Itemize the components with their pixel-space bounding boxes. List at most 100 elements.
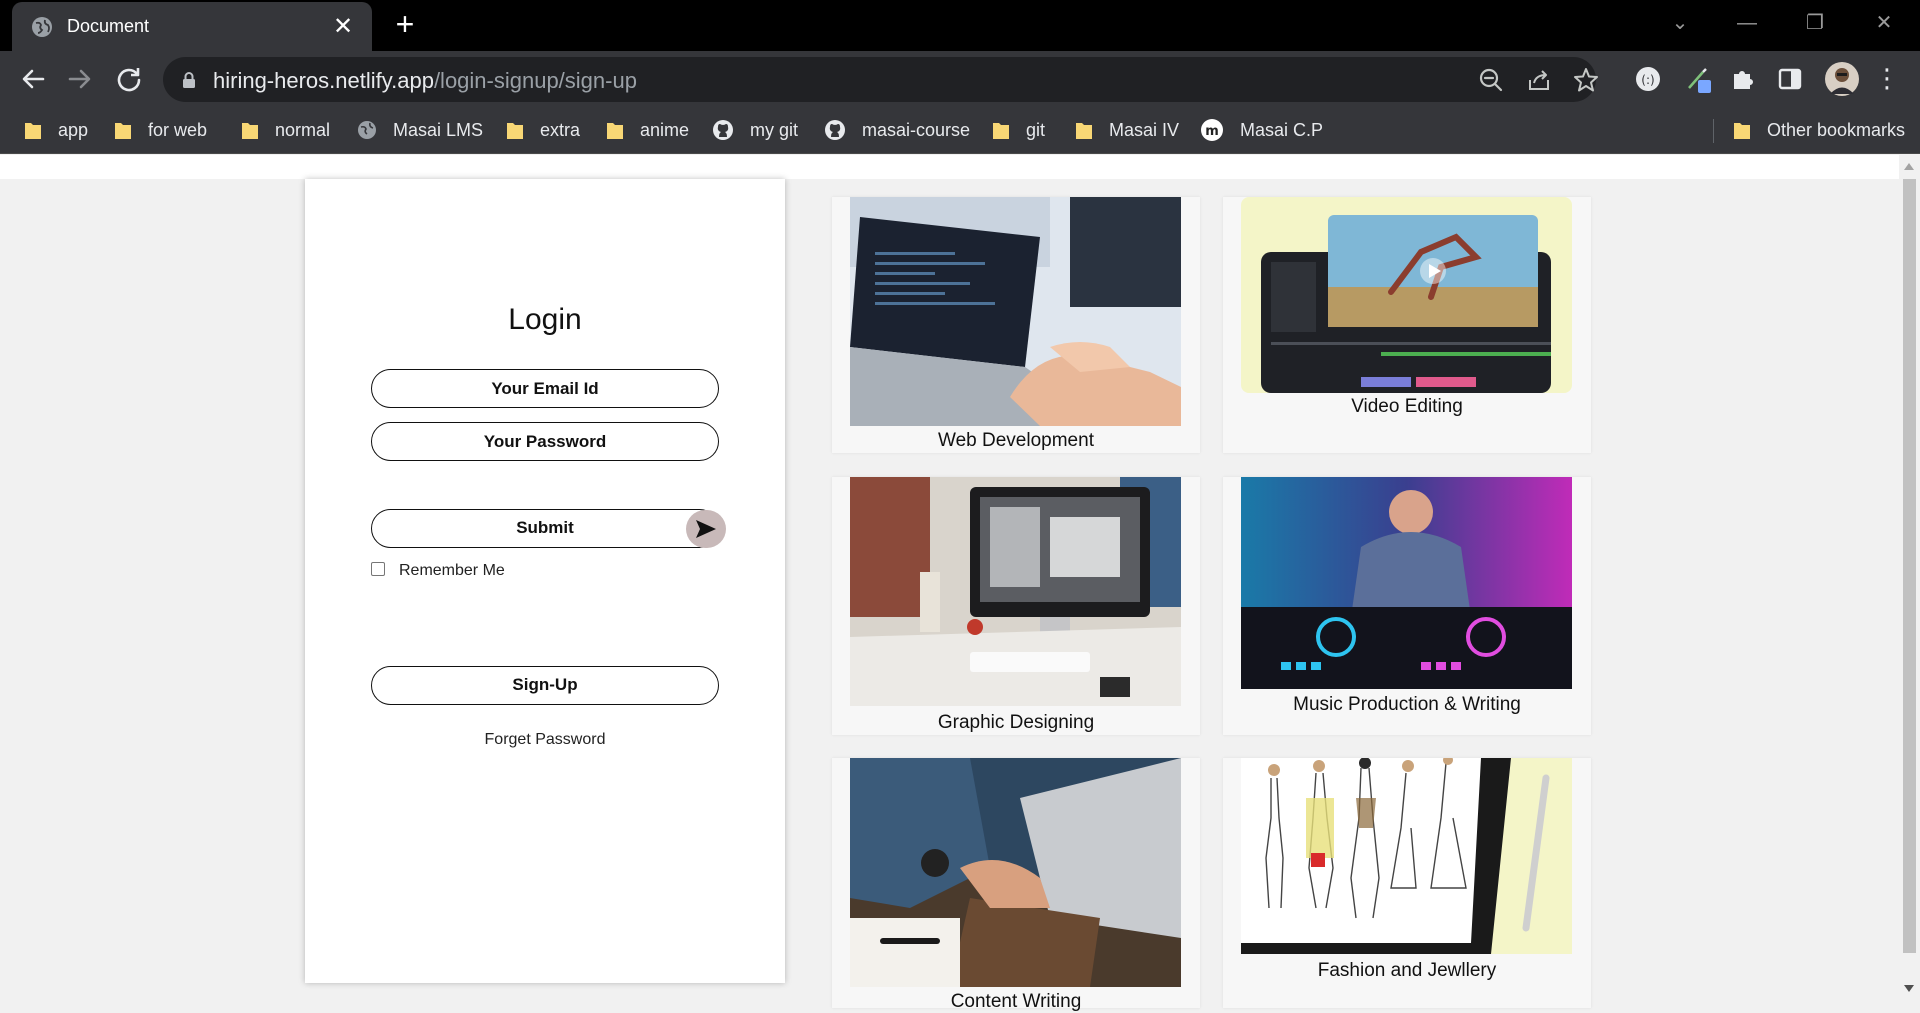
lock-icon[interactable] [181, 71, 197, 89]
remember-label: Remember Me [399, 562, 505, 579]
remember-checkbox[interactable] [371, 562, 385, 576]
course-card-fashion-jewellery[interactable]: Fashion and Jewllery [1223, 758, 1591, 1008]
other-bookmarks-folder[interactable]: Other bookmarks [1733, 115, 1905, 145]
course-card-graphic-designing[interactable]: Graphic Designing [832, 477, 1200, 735]
reload-icon[interactable] [113, 63, 145, 95]
pen-extension-icon[interactable] [1683, 64, 1713, 94]
web-development-image [850, 197, 1181, 426]
bookmark-label: for web [148, 119, 208, 140]
more-menu-icon[interactable]: ⋮ [1872, 64, 1902, 94]
extension-circle-icon[interactable]: (:) [1633, 64, 1663, 94]
send-arrow-icon [696, 520, 716, 538]
tab-search-icon[interactable]: ⌄ [1660, 8, 1700, 38]
remember-me[interactable]: Remember Me [371, 562, 505, 580]
bookmark-folder-masai-iv[interactable]: Masai IV [1075, 115, 1179, 145]
page-content: Login Submit Remember Me Sign-Up Forget … [0, 155, 1899, 1012]
bookmark-label: Masai LMS [393, 119, 484, 140]
password-field[interactable] [371, 422, 719, 461]
course-title: Music Production & Writing [1293, 694, 1521, 715]
tab-strip: Document ✕ + ⌄ — ❐ ✕ [0, 0, 1920, 51]
page-scrollbar[interactable] [1899, 155, 1920, 1000]
course-card-music-production[interactable]: Music Production & Writing [1223, 477, 1591, 735]
profile-avatar-icon[interactable] [1824, 61, 1860, 97]
browser-tab[interactable]: Document ✕ [12, 2, 372, 51]
bookmark-folder-normal[interactable]: normal [241, 115, 330, 145]
bookmarks-bar: app for web normal Masai LMS extra anime… [0, 107, 1920, 154]
close-tab-icon[interactable]: ✕ [328, 12, 358, 42]
bookmark-label: my git [750, 119, 799, 140]
folder-icon [25, 123, 41, 139]
course-card-video-editing[interactable]: Video Editing [1223, 197, 1591, 453]
globe-icon [358, 121, 376, 139]
course-title: Graphic Designing [937, 712, 1095, 733]
folder-icon [242, 123, 258, 139]
folder-icon [1076, 123, 1092, 139]
url-text[interactable]: hiring-heros.netlify.app/login-signup/si… [213, 68, 637, 94]
url-path: /login-signup/sign-up [433, 68, 637, 93]
bookmark-label: Masai C.P [1240, 119, 1324, 140]
signup-button[interactable]: Sign-Up [371, 666, 719, 705]
bookmark-label: extra [540, 119, 581, 140]
bookmark-label: masai-course [862, 119, 971, 140]
browser-toolbar: hiring-heros.netlify.app/login-signup/si… [0, 51, 1920, 107]
m-logo-icon: m [1201, 119, 1223, 141]
forward-arrow-icon[interactable] [64, 63, 96, 95]
bookmark-folder-git[interactable]: git [992, 115, 1045, 145]
address-bar[interactable]: hiring-heros.netlify.app/login-signup/si… [163, 57, 1598, 102]
star-icon[interactable] [1572, 66, 1600, 94]
bookmark-label: anime [640, 119, 690, 140]
bookmark-label: Masai IV [1109, 119, 1180, 140]
close-window-icon[interactable]: ✕ [1864, 8, 1904, 38]
bookmark-my-git[interactable]: my git [712, 115, 798, 145]
new-tab-button[interactable]: + [390, 8, 420, 40]
course-card-content-writing[interactable]: Content Writing [832, 758, 1200, 1012]
forget-password-link[interactable]: Forget Password [305, 731, 785, 749]
bookmark-folder-for-web[interactable]: for web [114, 115, 207, 145]
bookmark-label: app [58, 119, 89, 140]
submit-arrow-button[interactable] [686, 510, 726, 548]
folder-icon [607, 123, 623, 139]
bookmarks-divider [1713, 119, 1714, 143]
login-title: Login [508, 303, 582, 336]
svg-text:(:): (:) [1641, 73, 1654, 87]
bookmark-folder-app[interactable]: app [24, 115, 88, 145]
course-title: Web Development [938, 430, 1094, 451]
url-host: hiring-heros.netlify.app [213, 68, 434, 93]
bookmark-label: git [1026, 119, 1046, 140]
minimize-icon[interactable]: — [1727, 8, 1767, 38]
github-icon [713, 120, 733, 140]
scroll-thumb[interactable] [1903, 179, 1916, 953]
folder-icon [115, 123, 131, 139]
puzzle-extensions-icon[interactable] [1728, 64, 1758, 94]
restore-icon[interactable]: ❐ [1795, 8, 1835, 38]
svg-text:m: m [1205, 124, 1219, 139]
scroll-down-arrow-icon[interactable] [1904, 985, 1914, 992]
scroll-up-arrow-icon[interactable] [1904, 163, 1914, 170]
github-icon [825, 120, 845, 140]
submit-label: Submit [516, 518, 574, 537]
email-field[interactable] [371, 369, 719, 408]
course-title: Content Writing [950, 991, 1082, 1012]
course-title: Fashion and Jewllery [1317, 960, 1497, 981]
back-arrow-icon[interactable] [17, 63, 49, 95]
folder-icon [507, 123, 523, 139]
globe-icon [32, 16, 52, 37]
course-card-web-development[interactable]: Web Development [832, 197, 1200, 453]
login-card: Login Submit Remember Me Sign-Up Forget … [305, 179, 785, 983]
bookmark-folder-anime[interactable]: anime [606, 115, 689, 145]
submit-button[interactable]: Submit [371, 509, 726, 548]
video-editing-image [1241, 197, 1572, 393]
fashion-jewellery-image [1241, 758, 1572, 954]
share-icon[interactable] [1525, 66, 1553, 94]
graphic-designing-image [850, 477, 1181, 706]
side-panel-icon[interactable] [1775, 64, 1805, 94]
bookmark-masai-cp[interactable]: m Masai C.P [1200, 115, 1323, 145]
bookmark-masai-lms[interactable]: Masai LMS [357, 115, 483, 145]
zoom-out-icon[interactable] [1477, 66, 1505, 94]
page-header-strip [0, 155, 1899, 179]
bookmark-folder-extra[interactable]: extra [506, 115, 580, 145]
tab-title: Document [67, 16, 150, 36]
bookmark-label: normal [275, 119, 331, 140]
bookmark-masai-course[interactable]: masai-course [824, 115, 970, 145]
folder-icon [1734, 123, 1750, 139]
